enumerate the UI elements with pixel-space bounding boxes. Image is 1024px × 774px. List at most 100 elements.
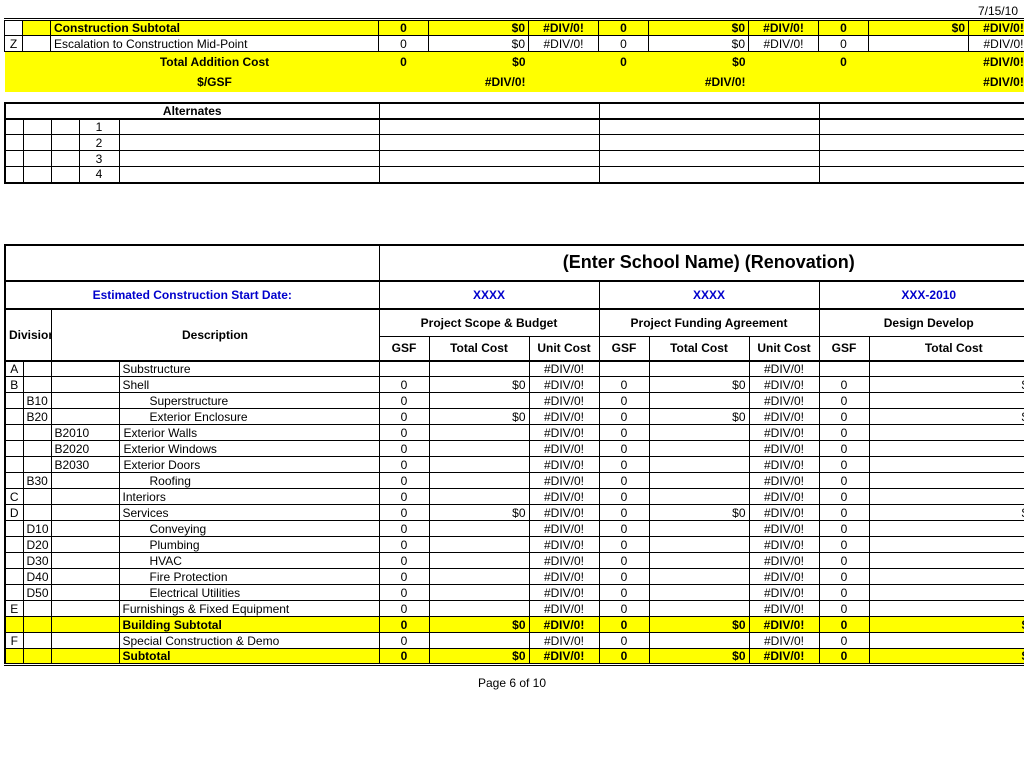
total-cost[interactable]: [869, 601, 1024, 617]
total-cost[interactable]: [649, 521, 749, 537]
gsf[interactable]: 0: [379, 441, 429, 457]
gsf[interactable]: 0: [599, 36, 649, 52]
total-cost[interactable]: $0: [869, 617, 1024, 633]
total-cost[interactable]: [429, 457, 529, 473]
total-cost[interactable]: $0: [429, 36, 529, 52]
total-cost[interactable]: $0: [649, 36, 749, 52]
gsf[interactable]: 0: [379, 20, 429, 36]
alt-desc[interactable]: [119, 119, 379, 135]
total-cost[interactable]: [869, 537, 1024, 553]
gsf[interactable]: 0: [819, 601, 869, 617]
gsf[interactable]: 0: [819, 425, 869, 441]
gsf[interactable]: 0: [379, 457, 429, 473]
total-cost[interactable]: $0: [649, 505, 749, 521]
total-cost[interactable]: $0: [649, 617, 749, 633]
gsf[interactable]: 0: [379, 585, 429, 601]
total-cost[interactable]: [869, 425, 1024, 441]
alt-desc[interactable]: [119, 151, 379, 167]
gsf[interactable]: 0: [819, 521, 869, 537]
gsf[interactable]: 0: [379, 393, 429, 409]
total-cost[interactable]: $0: [649, 649, 749, 665]
total-cost[interactable]: [649, 601, 749, 617]
total-cost[interactable]: [429, 569, 529, 585]
total-cost[interactable]: $0: [429, 617, 529, 633]
total-cost[interactable]: [869, 473, 1024, 489]
total-cost[interactable]: [649, 633, 749, 649]
total-cost[interactable]: $0: [429, 505, 529, 521]
gsf[interactable]: 0: [379, 569, 429, 585]
gsf[interactable]: [379, 361, 429, 377]
total-cost[interactable]: [869, 521, 1024, 537]
gsf[interactable]: 0: [599, 473, 649, 489]
gsf[interactable]: 0: [819, 585, 869, 601]
total-cost[interactable]: [649, 473, 749, 489]
gsf[interactable]: 0: [379, 409, 429, 425]
gsf[interactable]: 0: [379, 473, 429, 489]
total-cost[interactable]: [429, 425, 529, 441]
total-cost[interactable]: [429, 361, 529, 377]
total-cost[interactable]: [429, 633, 529, 649]
total-cost[interactable]: [429, 601, 529, 617]
total-cost[interactable]: $0: [429, 377, 529, 393]
total-cost[interactable]: [649, 393, 749, 409]
total-cost[interactable]: [869, 441, 1024, 457]
total-cost[interactable]: [869, 36, 969, 52]
total-cost[interactable]: $0: [429, 649, 529, 665]
gsf[interactable]: 0: [599, 489, 649, 505]
total-cost[interactable]: [649, 441, 749, 457]
gsf[interactable]: 0: [379, 617, 429, 633]
total-cost[interactable]: $0: [869, 649, 1024, 665]
gsf[interactable]: 0: [599, 20, 649, 36]
gsf[interactable]: 0: [379, 601, 429, 617]
total-cost[interactable]: [869, 489, 1024, 505]
gsf[interactable]: 0: [599, 377, 649, 393]
total-cost[interactable]: [429, 393, 529, 409]
gsf[interactable]: 0: [379, 377, 429, 393]
gsf[interactable]: 0: [819, 377, 869, 393]
total-cost[interactable]: [429, 553, 529, 569]
gsf[interactable]: 0: [819, 537, 869, 553]
gsf[interactable]: 0: [599, 457, 649, 473]
total-cost[interactable]: [429, 585, 529, 601]
total-cost[interactable]: [649, 553, 749, 569]
total-cost[interactable]: $0: [429, 20, 529, 36]
date-3[interactable]: XXX-2010: [819, 281, 1024, 309]
total-cost[interactable]: [869, 569, 1024, 585]
gsf[interactable]: 0: [819, 617, 869, 633]
gsf[interactable]: 0: [599, 409, 649, 425]
date-2[interactable]: XXXX: [599, 281, 819, 309]
total-cost[interactable]: [429, 521, 529, 537]
gsf[interactable]: 0: [599, 393, 649, 409]
gsf[interactable]: [599, 361, 649, 377]
total-cost[interactable]: [429, 441, 529, 457]
gsf[interactable]: 0: [379, 505, 429, 521]
total-cost[interactable]: [429, 473, 529, 489]
total-cost[interactable]: [869, 585, 1024, 601]
gsf[interactable]: [819, 361, 869, 377]
total-cost[interactable]: [869, 457, 1024, 473]
gsf[interactable]: 0: [599, 569, 649, 585]
gsf[interactable]: 0: [599, 649, 649, 665]
gsf[interactable]: 0: [379, 36, 429, 52]
gsf[interactable]: 0: [379, 425, 429, 441]
total-cost[interactable]: [649, 425, 749, 441]
total-cost[interactable]: [429, 537, 529, 553]
gsf[interactable]: 0: [599, 553, 649, 569]
gsf[interactable]: 0: [819, 505, 869, 521]
total-cost[interactable]: $0: [869, 20, 969, 36]
total-cost[interactable]: [649, 585, 749, 601]
gsf[interactable]: 0: [819, 393, 869, 409]
gsf[interactable]: 0: [599, 633, 649, 649]
total-cost[interactable]: $0: [649, 20, 749, 36]
gsf[interactable]: 0: [379, 489, 429, 505]
total-cost[interactable]: $0: [649, 409, 749, 425]
total-cost[interactable]: [649, 457, 749, 473]
alt-desc[interactable]: [119, 167, 379, 183]
total-cost[interactable]: [869, 553, 1024, 569]
gsf[interactable]: 0: [599, 537, 649, 553]
gsf[interactable]: 0: [599, 617, 649, 633]
gsf[interactable]: 0: [379, 537, 429, 553]
gsf[interactable]: 0: [819, 569, 869, 585]
total-cost[interactable]: [649, 569, 749, 585]
gsf[interactable]: 0: [599, 521, 649, 537]
